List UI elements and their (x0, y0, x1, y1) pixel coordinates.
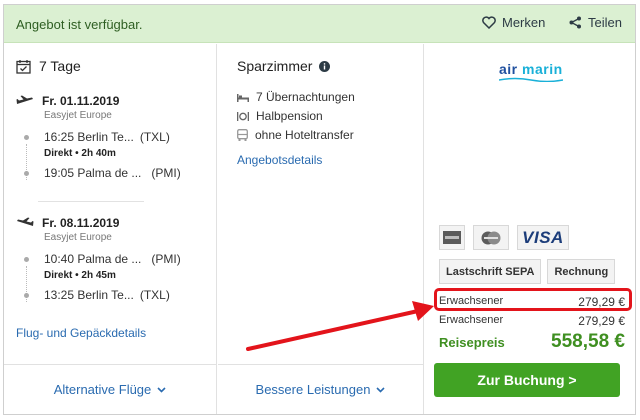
save-button[interactable]: Merken (482, 15, 545, 30)
amex-card-icon (439, 225, 465, 250)
return-flight: Fr. 08.11.2019 Easyjet Europe 10:40 Palm… (16, 216, 211, 304)
room-title-text: Sparzimmer (237, 58, 313, 74)
calendar-icon (16, 59, 31, 74)
alternative-flights-label: Alternative Flüge (53, 382, 152, 397)
better-services-label: Bessere Leistungen (255, 382, 371, 397)
return-dep-time: 10:40 Palma de ... (44, 252, 142, 266)
outbound-dep-code: (TXL) (139, 130, 170, 144)
outbound-departure: 16:25 Berlin Te... (TXL) (22, 129, 211, 146)
offer-card: Angebot ist verfügbar. Merken Teilen 7 T… (3, 4, 636, 415)
visa-text: VISA (522, 227, 564, 247)
amenity-transfer: ohne Hoteltransfer (237, 128, 354, 142)
bus-icon (237, 129, 248, 141)
outbound-date: Fr. 01.11.2019 (42, 94, 120, 108)
amenity-nights: 7 Übernachtungen (237, 90, 355, 104)
room-column: Sparzimmer 7 Übernachtungen Halbpension … (218, 44, 424, 364)
flight-duration: 2h 45m (81, 270, 116, 281)
total-amount: 558,58 € (551, 331, 625, 352)
logo-wave-icon (499, 77, 563, 82)
heart-icon (482, 16, 496, 29)
price-column: air marin VISA Lastschrift SEPA Rechnung… (425, 44, 635, 364)
return-airline: Easyjet Europe (44, 232, 112, 243)
return-date: Fr. 08.11.2019 (42, 216, 120, 230)
plane-arrival-icon (17, 217, 34, 226)
outbound-header: Fr. 01.11.2019 (16, 94, 211, 108)
outbound-arrival: 19:05 Palma de ... (PMI) (22, 165, 211, 182)
alt-flights-cell: Alternative Flüge (4, 364, 217, 414)
flight-duration: 2h 40m (81, 148, 116, 159)
stop-dot (24, 293, 29, 298)
availability-text: Angebot ist verfügbar. (16, 17, 143, 32)
room-title: Sparzimmer (237, 58, 331, 74)
outbound-arr-code: (PMI) (151, 166, 181, 180)
return-arr-time: 13:25 Berlin Te... (44, 288, 134, 302)
amenity-board-text: Halbpension (256, 109, 323, 123)
flight-baggage-details-link[interactable]: Flug- und Gepäckdetails (16, 326, 146, 340)
total-price: Reisepreis 558,58 € (439, 331, 625, 353)
share-icon (569, 16, 581, 29)
highlight-box (434, 288, 632, 311)
invoice-option: Rechnung (547, 259, 616, 284)
price-line-label: Erwachsener (439, 314, 504, 326)
visa-card-icon: VISA (517, 225, 569, 250)
trip-duration-text: 7 Tage (39, 58, 81, 74)
better-services-cell: Bessere Leistungen (218, 364, 424, 414)
leg-divider (38, 201, 144, 202)
plane-departure-icon (16, 95, 33, 104)
amenity-transfer-text: ohne Hoteltransfer (255, 128, 354, 142)
sepa-option: Lastschrift SEPA (439, 259, 542, 284)
bed-icon (237, 93, 249, 102)
logo-air: air (499, 61, 518, 77)
better-services-button[interactable]: Bessere Leistungen (256, 382, 386, 397)
direct-label: Direkt (44, 270, 73, 281)
trip-duration: 7 Tage (16, 58, 81, 74)
return-arr-code: (TXL) (139, 288, 170, 302)
stop-dot (24, 257, 29, 262)
chevron-down-icon (157, 386, 166, 393)
save-label: Merken (502, 15, 546, 30)
outbound-direct: Direkt • 2h 40m (44, 148, 116, 159)
outbound-arr-time: 19:05 Palma de ... (44, 166, 142, 180)
info-icon[interactable] (319, 60, 331, 72)
return-dep-code: (PMI) (151, 252, 181, 266)
flight-column: 7 Tage Fr. 01.11.2019 Easyjet Europe 16:… (4, 44, 217, 364)
other-payment-methods: Lastschrift SEPA Rechnung (439, 259, 621, 284)
total-label: Reisepreis (439, 335, 505, 350)
stop-dot (24, 171, 29, 176)
return-header: Fr. 08.11.2019 (16, 216, 211, 230)
outbound-flight: Fr. 01.11.2019 Easyjet Europe 16:25 Berl… (16, 94, 211, 182)
amenity-nights-text: 7 Übernachtungen (256, 90, 355, 104)
outbound-dep-time: 16:25 Berlin Te... (44, 130, 134, 144)
chevron-down-icon (376, 386, 386, 393)
mastercard-icon (473, 225, 509, 250)
book-button[interactable]: Zur Buchung > (434, 363, 620, 397)
cutlery-icon (237, 111, 249, 121)
return-direct: Direkt • 2h 45m (44, 270, 116, 281)
price-line-adult-2: Erwachsener 279,29 € (439, 314, 625, 328)
offer-details-link[interactable]: Angebotsdetails (237, 153, 322, 167)
stop-dot (24, 135, 29, 140)
direct-label: Direkt (44, 148, 73, 159)
price-line-amount: 279,29 € (578, 314, 625, 328)
logo-marin: marin (522, 61, 563, 77)
operator-logo: air marin (499, 61, 563, 77)
share-label: Teilen (588, 15, 622, 30)
amenity-board: Halbpension (237, 109, 323, 123)
return-departure: 10:40 Palma de ... (PMI) (22, 251, 211, 268)
share-button[interactable]: Teilen (569, 15, 622, 30)
availability-bar: Angebot ist verfügbar. Merken Teilen (4, 5, 635, 43)
outbound-airline: Easyjet Europe (44, 110, 112, 121)
card-payment-methods: VISA (439, 225, 577, 250)
return-arrival: 13:25 Berlin Te... (TXL) (22, 287, 211, 304)
alternative-flights-button[interactable]: Alternative Flüge (54, 382, 167, 397)
